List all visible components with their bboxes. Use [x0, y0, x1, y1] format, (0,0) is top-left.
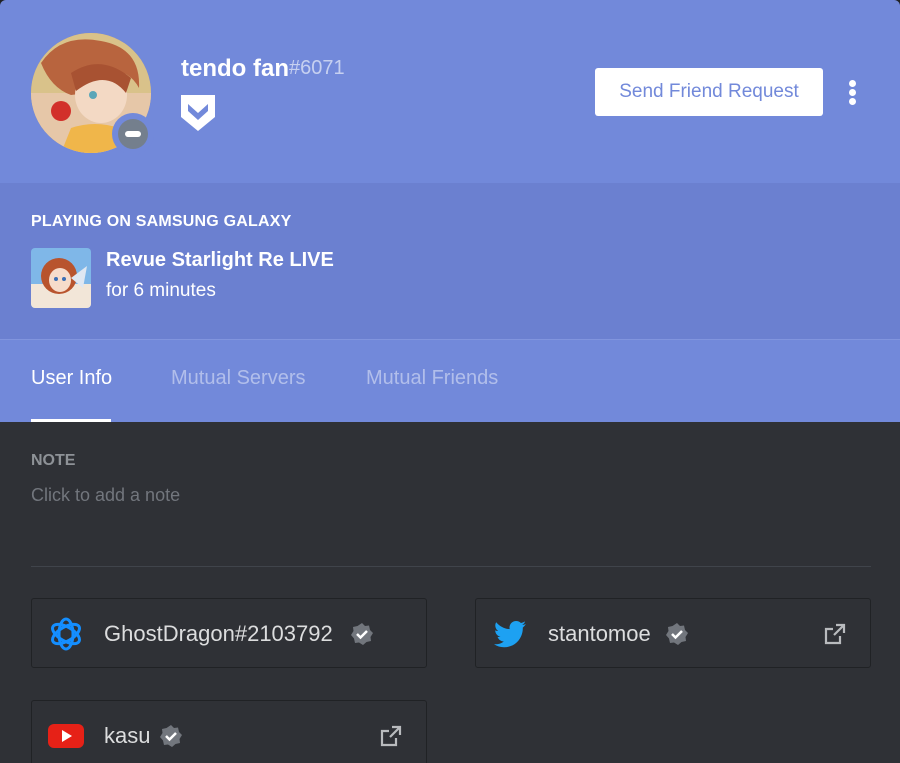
- send-friend-request-button[interactable]: Send Friend Request: [595, 68, 823, 116]
- account-name: GhostDragon#2103792: [104, 621, 333, 646]
- youtube-icon: [48, 724, 84, 748]
- verified-icon: [666, 623, 688, 645]
- tab-user-info[interactable]: User Info: [31, 367, 112, 390]
- hypesquad-badge-icon[interactable]: [181, 95, 215, 131]
- verified-icon: [160, 725, 182, 747]
- user-profile-modal: tendo fan #6071 Send Friend Request PLAY…: [0, 0, 900, 763]
- discriminator: #6071: [289, 57, 345, 79]
- verified-icon: [351, 623, 373, 645]
- battlenet-icon: [51, 617, 81, 651]
- connected-account-twitter: stantomoe: [475, 598, 871, 668]
- connected-account-youtube: kasu: [31, 700, 427, 763]
- dnd-status-icon: [118, 119, 148, 149]
- connected-account-battlenet: GhostDragon#2103792: [31, 598, 427, 668]
- active-tab-indicator: [31, 419, 111, 422]
- game-name: Revue Starlight Re LIVE: [106, 249, 334, 271]
- external-link-icon[interactable]: [380, 725, 402, 747]
- divider: [31, 566, 871, 567]
- game-elapsed-time: for 6 minutes: [106, 280, 216, 301]
- tab-mutual-friends[interactable]: Mutual Friends: [366, 367, 498, 390]
- tab-mutual-servers[interactable]: Mutual Servers: [171, 367, 306, 390]
- account-name: kasu: [104, 723, 151, 748]
- external-link-icon[interactable]: [824, 623, 846, 645]
- game-icon: [31, 248, 91, 308]
- account-name: stantomoe: [548, 621, 651, 646]
- username: tendo fan: [181, 55, 289, 82]
- activity-heading: PLAYING ON SAMSUNG GALAXY: [31, 213, 292, 230]
- note-label: NOTE: [31, 452, 76, 469]
- twitter-icon: [494, 621, 526, 648]
- note-input[interactable]: Click to add a note: [31, 485, 851, 511]
- more-vertical-icon[interactable]: [843, 78, 863, 106]
